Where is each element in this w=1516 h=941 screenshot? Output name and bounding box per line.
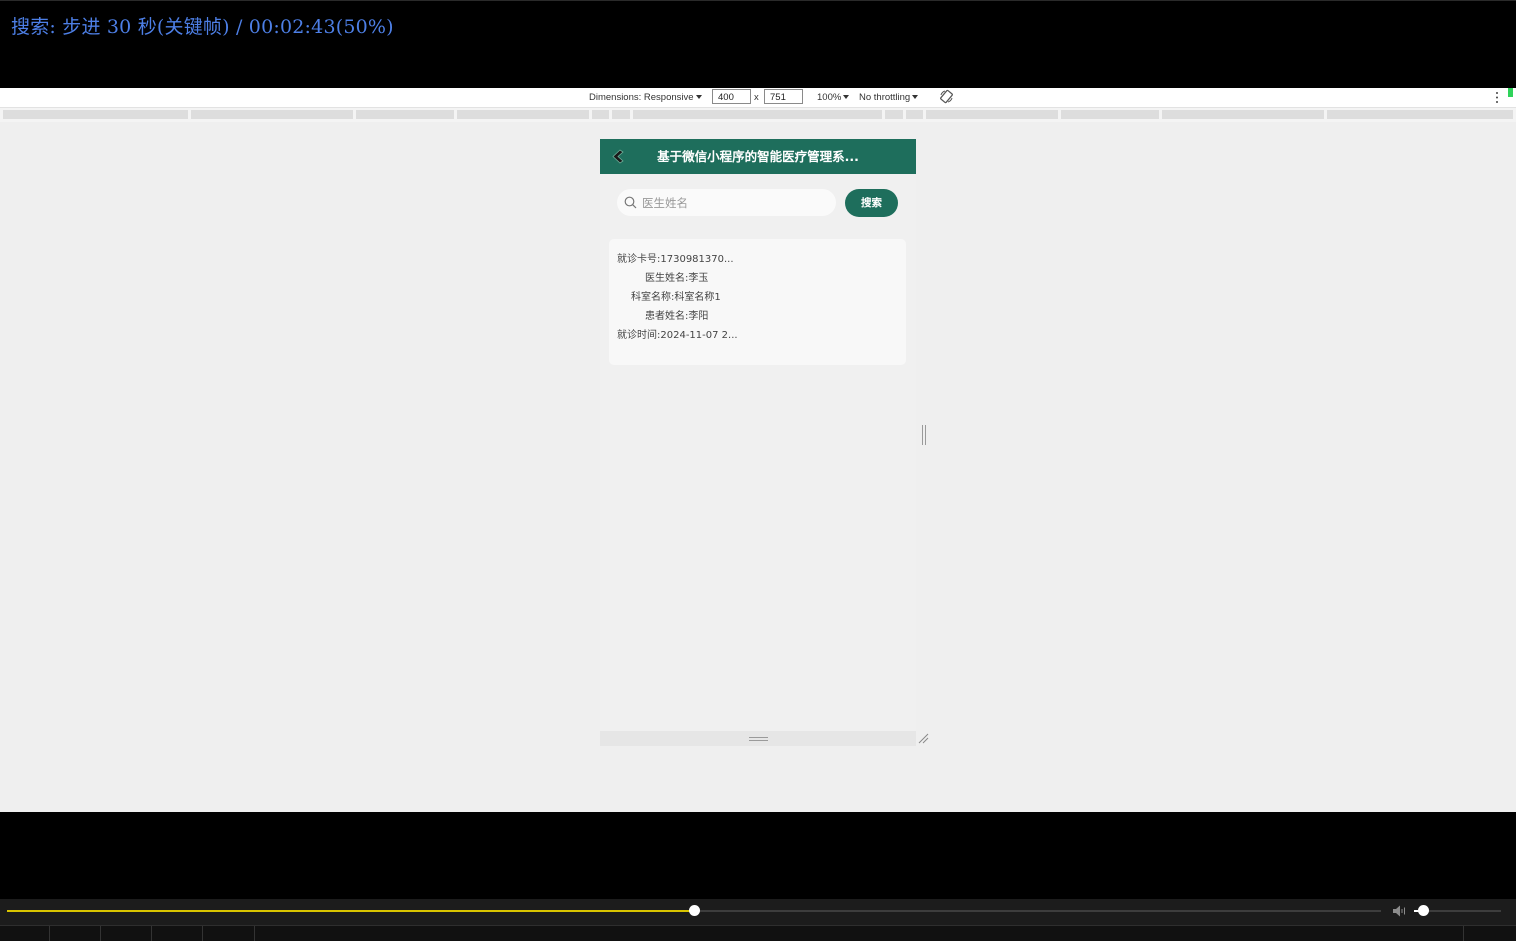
seek-osd-text: 搜索: 步进 30 秒(关键帧) / 00:02:43(50%): [11, 16, 394, 38]
patient-name-field: 患者姓名:李阳: [645, 311, 709, 322]
seek-bar-thumb[interactable]: [689, 905, 700, 916]
status-slot: [152, 926, 203, 941]
media-query-segment[interactable]: [356, 110, 454, 119]
media-query-segment[interactable]: [3, 110, 188, 119]
media-query-segment[interactable]: [1061, 110, 1159, 119]
status-slot: [50, 926, 101, 941]
mobile-viewport: 基于微信小程序的智能医疗管理系... 搜索 就诊卡号:1730981370...…: [600, 139, 916, 731]
chevron-down-icon: [912, 95, 919, 100]
zoom-dropdown[interactable]: 100%: [817, 92, 850, 103]
height-input[interactable]: 751: [764, 89, 803, 104]
player-status-bar: [0, 925, 1516, 941]
times-sign: x: [754, 92, 759, 103]
seek-bar-progress: [7, 910, 694, 912]
throttling-dropdown[interactable]: No throttling: [859, 92, 919, 103]
status-slot: [1463, 926, 1516, 941]
media-query-segment[interactable]: [592, 110, 609, 119]
media-player-controls: [0, 899, 1516, 941]
width-input[interactable]: 400: [712, 89, 751, 104]
chevron-down-icon: [695, 95, 702, 100]
volume-slider-thumb[interactable]: [1417, 905, 1429, 916]
dimensions-label: Dimensions: Responsive: [589, 92, 694, 103]
media-query-segment[interactable]: [457, 110, 589, 119]
top-border: [0, 0, 1516, 1]
rotate-icon[interactable]: [939, 89, 954, 104]
card-number-field: 就诊卡号:1730981370...: [617, 254, 734, 265]
media-query-segment[interactable]: [191, 110, 353, 119]
kebab-menu-icon[interactable]: [1495, 91, 1499, 104]
status-slot: [203, 926, 255, 941]
search-button[interactable]: 搜索: [845, 189, 898, 217]
media-query-segment[interactable]: [1327, 110, 1513, 119]
speaker-icon[interactable]: [1392, 904, 1408, 918]
media-query-segment[interactable]: [633, 110, 882, 119]
media-query-segment[interactable]: [1162, 110, 1324, 119]
appointment-record-card[interactable]: 就诊卡号:1730981370... 医生姓名:李玉 科室名称:科室名称1 患者…: [609, 239, 906, 365]
media-query-segment[interactable]: [885, 110, 903, 119]
app-title: 基于微信小程序的智能医疗管理系...: [657, 149, 859, 164]
back-icon[interactable]: [610, 149, 626, 164]
status-slot: [0, 926, 50, 941]
status-slot: [101, 926, 152, 941]
visit-time-field: 就诊时间:2024-11-07 2...: [617, 330, 738, 341]
dimensions-dropdown[interactable]: Dimensions: Responsive: [589, 92, 702, 103]
resize-handle-right[interactable]: [922, 425, 926, 445]
doctor-name-field: 医生姓名:李玉: [645, 273, 709, 284]
app-header: 基于微信小程序的智能医疗管理系...: [600, 139, 916, 174]
seek-bar[interactable]: [7, 905, 1381, 916]
resize-handle-bottom[interactable]: [749, 737, 768, 741]
search-icon: [624, 196, 637, 209]
media-query-segment[interactable]: [612, 110, 630, 119]
throttling-label: No throttling: [859, 92, 911, 103]
zoom-label: 100%: [817, 92, 842, 103]
media-query-segment[interactable]: [906, 110, 923, 119]
department-field: 科室名称:科室名称1: [631, 292, 721, 303]
search-box[interactable]: [617, 189, 836, 216]
doctor-name-search-input[interactable]: [642, 189, 827, 216]
chevron-down-icon: [843, 95, 850, 100]
volume-slider[interactable]: [1414, 905, 1501, 916]
status-indicator: [1508, 88, 1513, 97]
device-toolbar: Dimensions: Responsive 400 x 751 100% No…: [0, 88, 1516, 108]
media-query-segment[interactable]: [926, 110, 1058, 119]
resize-corner-icon[interactable]: [918, 733, 929, 744]
browser-viewport: Dimensions: Responsive 400 x 751 100% No…: [0, 88, 1516, 812]
media-query-bar: [0, 108, 1516, 122]
